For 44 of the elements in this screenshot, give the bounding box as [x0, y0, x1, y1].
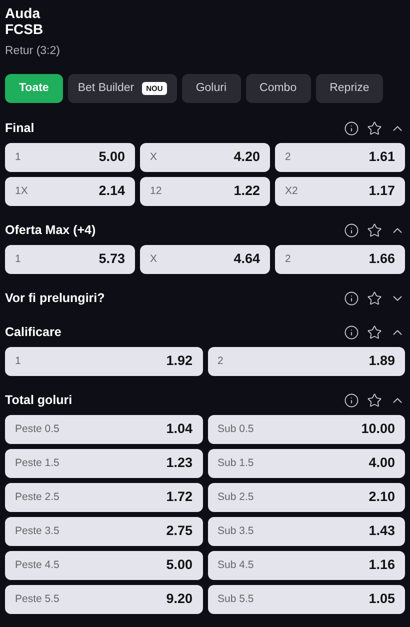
- info-icon[interactable]: [344, 290, 359, 306]
- market-title: Total goluri: [5, 392, 72, 409]
- odds-button[interactable]: Peste 0.5 1.04: [5, 415, 202, 444]
- filter-tab[interactable]: Goluri: [182, 74, 241, 103]
- favorite-icon[interactable]: [367, 290, 382, 306]
- odds-button[interactable]: X 4.64: [140, 245, 270, 274]
- odds-button[interactable]: Sub 2.5 2.10: [208, 483, 405, 512]
- odds-button[interactable]: Peste 1.5 1.23: [5, 449, 202, 478]
- odds-button[interactable]: Peste 5.5 9.20: [5, 585, 202, 614]
- filter-tab[interactable]: Reprize: [316, 74, 384, 103]
- odds-button[interactable]: Sub 0.5 10.00: [208, 415, 405, 444]
- odds-button[interactable]: Sub 1.5 4.00: [208, 449, 405, 478]
- odds-button[interactable]: Sub 5.5 1.05: [208, 585, 405, 614]
- team-name: Auda: [5, 5, 42, 21]
- favorite-icon[interactable]: [367, 324, 382, 340]
- odds-button[interactable]: X 4.20: [140, 143, 270, 172]
- info-icon[interactable]: [344, 392, 359, 408]
- odds-button[interactable]: 2 1.61: [275, 143, 405, 172]
- odds-button[interactable]: Peste 4.5 5.00: [5, 551, 202, 580]
- odds-button[interactable]: X2 1.17: [275, 177, 405, 206]
- favorite-icon[interactable]: [367, 392, 382, 408]
- odds-button[interactable]: 12 1.22: [140, 177, 270, 206]
- odds-button[interactable]: 1 5.00: [5, 143, 135, 172]
- odds-button[interactable]: Sub 3.5 1.43: [208, 517, 405, 546]
- filter-tab[interactable]: Combo: [246, 74, 311, 103]
- odds-button[interactable]: 1X 2.14: [5, 177, 135, 206]
- info-icon[interactable]: [344, 222, 359, 238]
- market-title: Vor fi prelungiri?: [5, 290, 105, 307]
- favorite-icon[interactable]: [367, 222, 382, 238]
- odds-button[interactable]: 2 1.89: [208, 347, 405, 376]
- odds-button[interactable]: 2 1.66: [275, 245, 405, 274]
- odds-button[interactable]: 1 1.92: [5, 347, 202, 376]
- info-icon[interactable]: [344, 120, 359, 136]
- odds-button[interactable]: Peste 2.5 1.72: [5, 483, 202, 512]
- info-icon[interactable]: [344, 324, 359, 340]
- market-title: Final: [5, 120, 34, 137]
- team-name: FCSB: [5, 21, 44, 37]
- market-title: Oferta Max (+4): [5, 222, 96, 239]
- odds-button[interactable]: 1 5.73: [5, 245, 135, 274]
- market-title: Calificare: [5, 324, 62, 341]
- favorite-icon[interactable]: [367, 120, 382, 136]
- odds-button[interactable]: Sub 4.5 1.16: [208, 551, 405, 580]
- match-subtitle: Retur (3:2): [5, 44, 60, 58]
- odds-button[interactable]: Peste 3.5 2.75: [5, 517, 202, 546]
